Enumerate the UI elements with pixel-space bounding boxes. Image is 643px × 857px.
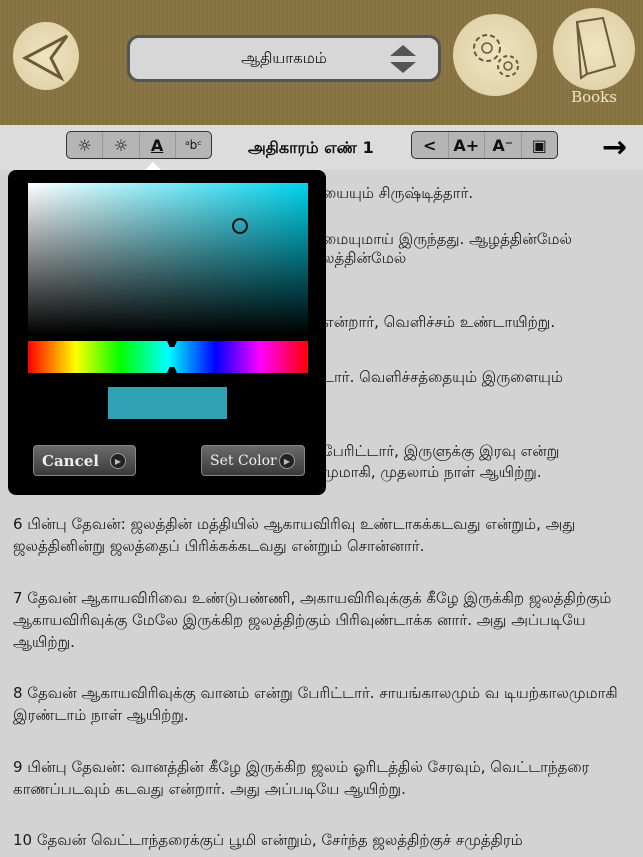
verse-fragment: யையும் சிருஷ்டித்தார். xyxy=(322,184,474,202)
verse-fragment: பேரிட்டார், இருளுக்கு இரவு என்று xyxy=(322,442,560,460)
hue-slider-handle[interactable] xyxy=(167,341,177,373)
chapter-title: அதிகாரம் எண் 1 xyxy=(248,138,374,157)
header-bar: ஆதியாகமம் Books xyxy=(0,0,643,125)
saturation-value-area[interactable] xyxy=(28,183,308,335)
toolbar: ☼ ☼ A ᵃbᶜ அதிகாரம் எண் 1 < A+ A⁻ ▣ → xyxy=(0,125,643,170)
color-tools-group: ☼ ☼ A ᵃbᶜ xyxy=(66,131,212,159)
brightness-down-icon[interactable]: ☼ xyxy=(103,132,140,158)
play-icon: ▶ xyxy=(110,453,126,469)
verse-fragment: டார். வெளிச்சத்தையும் இருளையும் xyxy=(322,368,563,386)
verse-fragment: லத்தின்மேல் xyxy=(322,249,407,267)
verse-8: 8 தேவன் ஆகாயவிரிவுக்கு வானம் என்று பேரிட… xyxy=(13,684,618,724)
background-color-button[interactable]: ᵃbᶜ xyxy=(176,132,211,158)
gears-icon xyxy=(473,34,519,77)
back-button[interactable] xyxy=(13,22,79,90)
book-name: ஆதியாகமம் xyxy=(241,48,327,67)
books-label: Books xyxy=(571,88,617,106)
back-arrow-icon xyxy=(21,34,69,82)
books-button[interactable] xyxy=(553,8,635,90)
up-down-arrows-icon xyxy=(390,45,416,73)
bookmark-icon[interactable]: ▣ xyxy=(522,132,558,158)
settings-button[interactable] xyxy=(453,14,537,96)
color-selector-handle[interactable] xyxy=(232,218,248,234)
color-picker-popup: Cancel ▶ Set Color ▶ xyxy=(8,170,326,495)
verse-fragment: என்றார், வெளிச்சம் உண்டாயிற்று. xyxy=(322,313,556,331)
cancel-button[interactable]: Cancel ▶ xyxy=(33,445,136,476)
verse-10: 10 தேவன் வெட்டாந்தரைக்குப் பூமி என்றும்,… xyxy=(13,831,523,849)
play-icon: ▶ xyxy=(279,453,295,469)
book-selector[interactable]: ஆதியாகமம் xyxy=(127,35,441,82)
font-decrease-button[interactable]: A⁻ xyxy=(485,132,522,158)
set-color-button[interactable]: Set Color ▶ xyxy=(201,445,305,476)
verse-6: 6 பின்பு தேவன்: ஜலத்தின் மத்தியில் ஆகாயவ… xyxy=(13,515,576,555)
share-icon[interactable]: < xyxy=(412,132,449,158)
next-chapter-arrow-icon[interactable]: → xyxy=(602,130,627,165)
book-icon xyxy=(575,16,617,80)
selected-color-swatch xyxy=(108,387,227,419)
hue-slider[interactable] xyxy=(28,341,308,373)
font-increase-button[interactable]: A+ xyxy=(449,132,485,158)
popup-pointer xyxy=(145,162,161,170)
brightness-up-icon[interactable]: ☼ xyxy=(67,132,104,158)
verse-9: 9 பின்பு தேவன்: வானத்தின் கீழே இருக்கிற … xyxy=(13,758,590,798)
text-color-button[interactable]: A xyxy=(140,132,176,158)
verse-fragment: முமாகி, முதலாம் நாள் ஆயிற்று. xyxy=(322,463,542,481)
reading-tools-group: < A+ A⁻ ▣ xyxy=(411,131,558,159)
verse-7: 7 தேவன் ஆகாயவிரிவை உண்டுபண்ணி, அகாயவிரிவ… xyxy=(13,589,612,651)
